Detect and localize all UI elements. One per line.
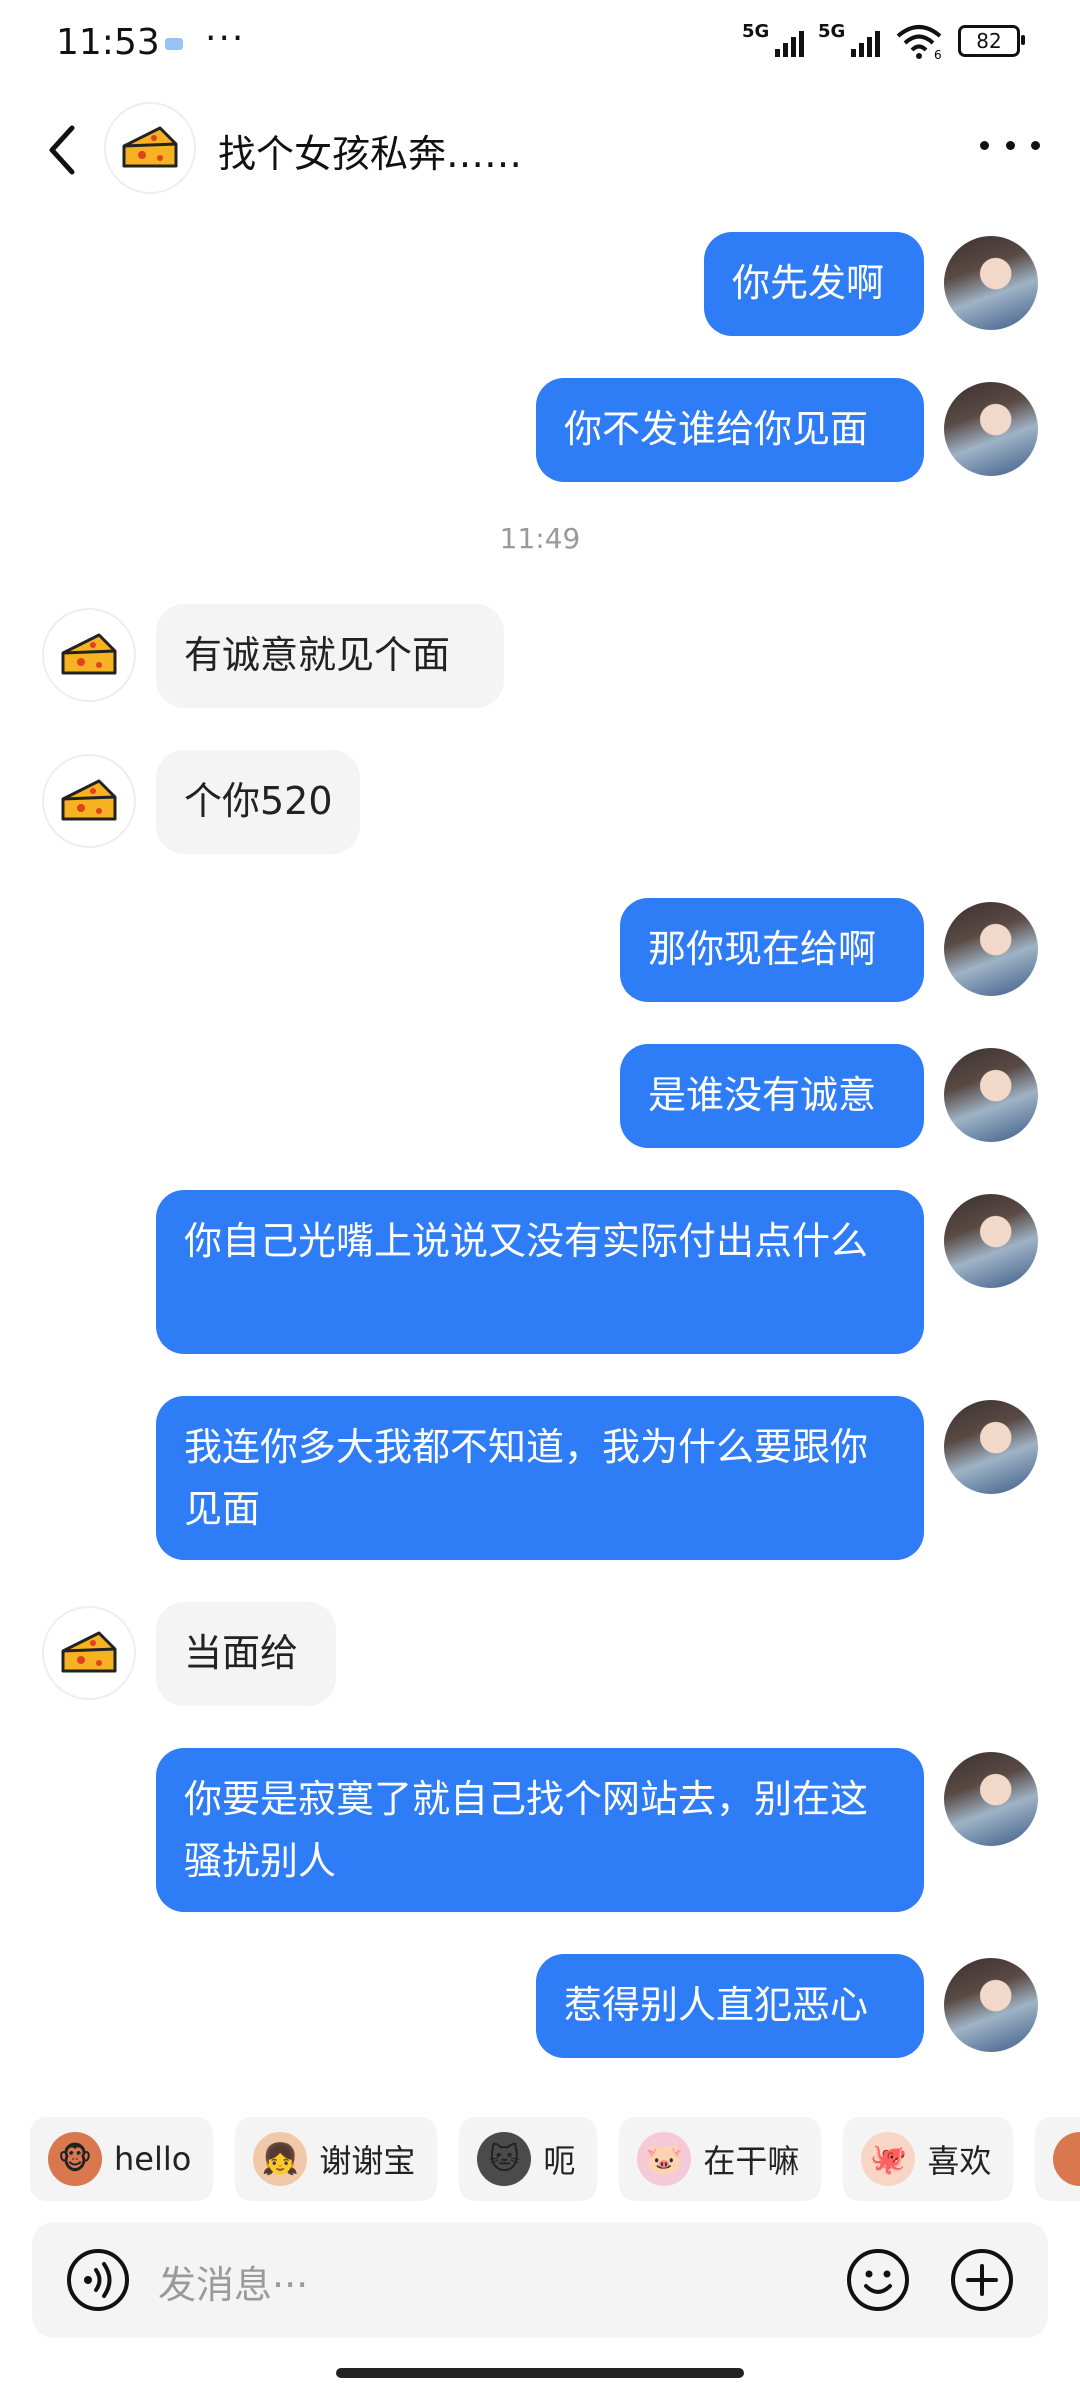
wifi-icon: 6 [896,25,942,60]
battery-indicator: 82 [958,25,1025,57]
contact-avatar[interactable] [104,102,196,194]
voice-icon[interactable] [66,2248,130,2312]
message-bubble-outgoing: 你自己光嘴上说说又没有实际付出点什么 [156,1190,924,1354]
girl-emoji-icon: 👧 [253,2132,308,2186]
octopus-emoji-icon: 🐙 [861,2132,916,2186]
cat-emoji-icon: 🐱 [477,2132,532,2186]
my-avatar[interactable] [944,902,1038,996]
quick-reply-label: 谢谢宝 [319,2142,416,2180]
my-avatar[interactable] [944,1194,1038,1288]
quick-reply-chip[interactable]: 🐷 在干嘛 [619,2117,822,2201]
message-bubble-outgoing: 我连你多大我都不知道，我为什么要跟你见面 [156,1396,924,1560]
status-bar: 11:53 ··· 5G 5G 6 82 [0,0,1080,90]
plus-icon[interactable] [950,2248,1014,2312]
quick-reply-chip[interactable]: 🐵 hello [30,2117,214,2201]
cheese-icon [122,126,178,168]
contact-avatar[interactable] [42,1606,136,1700]
quick-reply-label: 呃 [543,2142,576,2180]
message-bubble-incoming: 有诚意就见个面 [156,604,504,708]
monkey-emoji-icon: 🐵 [48,2132,102,2186]
quick-reply-label: 喜欢 [927,2142,992,2180]
chat-header: 找个女孩私奔…… [0,90,1080,210]
cheese-icon [61,779,117,821]
quick-reply-chip[interactable]: 🐙 喜欢 [843,2117,1014,2201]
signal-icon: 5G [818,21,880,59]
chat-title: 找个女孩私奔…… [218,132,523,176]
cheese-icon [61,1631,117,1673]
quick-reply-chip[interactable]: 👧 谢谢宝 [235,2117,438,2201]
my-avatar[interactable] [944,1400,1038,1494]
emoji-icon[interactable] [846,2248,910,2312]
my-avatar[interactable] [944,1958,1038,2052]
quick-reply-chip-partial[interactable] [1035,2117,1080,2201]
message-bubble-outgoing: 你不发谁给你见面 [536,378,924,482]
message-bubble-outgoing: 那你现在给啊 [620,898,924,1002]
my-avatar[interactable] [944,382,1038,476]
my-avatar[interactable] [944,236,1038,330]
quick-reply-label: 在干嘛 [703,2142,800,2180]
svg-text:6: 6 [934,48,942,60]
message-bubble-incoming: 当面给 [156,1602,336,1706]
message-bubble-incoming: 个你520 [156,750,360,854]
message-bubble-outgoing: 惹得别人直犯恶心 [536,1954,924,2058]
my-avatar[interactable] [944,1752,1038,1846]
message-bubble-outgoing: 你要是寂寞了就自己找个网站去，别在这骚扰别人 [156,1748,924,1912]
my-avatar[interactable] [944,1048,1038,1142]
quick-reply-chip[interactable]: 🐱 呃 [459,2117,598,2201]
message-input-bar: 发消息··· [32,2222,1048,2338]
quick-reply-label: hello [114,2140,192,2178]
quick-reply-bar: 🐵 hello 👧 谢谢宝 🐱 呃 🐷 在干嘛 🐙 喜欢 [30,2117,1080,2203]
signal-icon: 5G [742,21,804,59]
more-icon[interactable] [980,135,1040,155]
pig-emoji-icon: 🐷 [637,2132,692,2186]
emoji-icon [1053,2132,1080,2186]
contact-avatar[interactable] [42,608,136,702]
notification-icon [165,38,183,50]
more-notifications-icon: ··· [205,18,246,59]
message-bubble-outgoing: 是谁没有诚意 [620,1044,924,1148]
message-timestamp: 11:49 [499,522,581,555]
message-input[interactable]: 发消息··· [158,2254,308,2309]
contact-avatar[interactable] [42,754,136,848]
message-bubble-outgoing: 你先发啊 [704,232,924,336]
back-icon[interactable] [42,120,82,180]
home-indicator[interactable] [336,2368,744,2378]
cheese-icon [61,633,117,675]
status-time: 11:53 [56,22,160,63]
